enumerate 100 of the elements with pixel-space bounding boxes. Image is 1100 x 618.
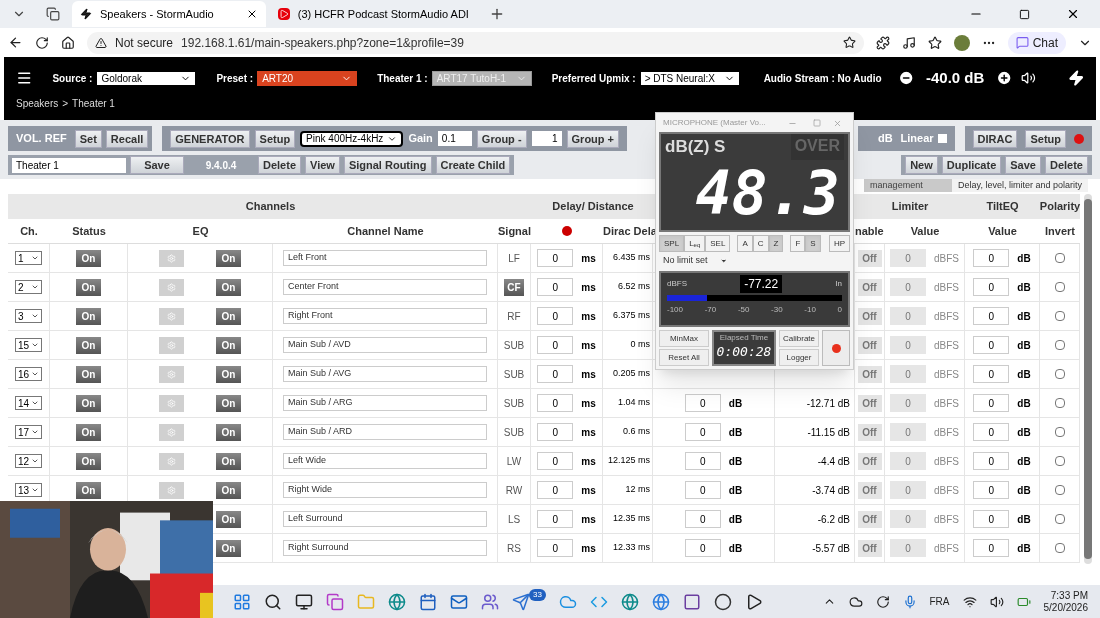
eq-toggle[interactable]: On [216,481,241,499]
mode-button[interactable]: SEL [705,235,731,252]
meter-button[interactable]: Logger [779,349,819,366]
linear-checkbox[interactable] [937,134,947,143]
tilt-field[interactable]: 0 [973,481,1010,499]
delay-field[interactable]: 0 [537,510,574,528]
app-icon[interactable] [682,592,701,611]
invert-checkbox[interactable] [1054,398,1065,408]
browser-icon[interactable] [388,592,406,611]
send-icon[interactable] [512,592,530,611]
status-toggle[interactable]: On [76,394,101,412]
delay-field[interactable]: 0 [537,307,574,325]
clock-date[interactable]: 5/20/2026 [1043,601,1088,614]
browser-tab[interactable]: (3) HCFR Podcast StormAudio ADI [269,1,477,27]
invert-checkbox[interactable] [1054,427,1065,437]
limiter-field[interactable]: 0 [890,249,926,267]
profile-button[interactable]: New [905,156,938,174]
channel-name-field[interactable]: Main Sub / ARG [283,395,487,411]
sync-icon[interactable] [875,594,890,609]
invert-checkbox[interactable] [1054,253,1065,263]
limiter-field[interactable]: 0 [890,307,926,325]
eq-toggle[interactable]: On [216,423,241,441]
limiter-field[interactable]: 0 [890,539,926,557]
limiter-field[interactable]: 0 [890,452,926,470]
language-indicator[interactable]: FRA [929,594,950,609]
eq-toggle[interactable]: On [216,365,241,383]
limiter-field[interactable]: 0 [890,510,926,528]
eq-toggle[interactable]: On [216,249,241,267]
eq-toggle[interactable]: On [216,394,241,412]
browser-icon[interactable] [620,592,639,611]
address-bar[interactable]: Not secure 192.168.1.61/main-speakers.php?zone=1&profile=39 [87,31,864,54]
mode-button[interactable]: F [790,235,806,252]
meter-button[interactable]: MinMax [659,330,709,347]
mode-button[interactable]: HP [828,235,850,252]
clock-time[interactable]: 7:33 PM [1050,589,1088,602]
channel-select[interactable]: 12 [15,454,42,468]
breadcrumb-item[interactable]: Speakers [16,95,59,111]
status-toggle[interactable]: On [76,481,101,499]
eq-toggle[interactable]: On [216,278,241,296]
back-icon[interactable] [8,35,23,50]
vol-ref-button[interactable]: Set [74,129,102,148]
gain-field[interactable]: 0 [684,481,721,499]
microphone-icon[interactable] [902,594,917,609]
group-plus-button[interactable]: Group + [566,129,620,148]
status-toggle[interactable]: On [76,452,101,470]
tilt-field[interactable]: 0 [973,336,1010,354]
delay-field[interactable]: 0 [537,336,574,354]
close-icon[interactable] [1066,7,1080,21]
channel-select[interactable]: 3 [15,309,42,323]
eq-toggle[interactable]: On [216,539,241,557]
profile-button[interactable]: View [305,156,340,174]
dirac-button[interactable]: DIRAC [972,129,1018,148]
channel-select[interactable]: 16 [15,367,42,381]
group-minus-button[interactable]: Group - [476,129,527,148]
tilt-field[interactable]: 0 [973,539,1010,557]
delay-field[interactable]: 0 [537,452,574,470]
limiter-field[interactable]: 0 [890,423,926,441]
favorite-icon[interactable] [842,36,856,49]
profile-avatar[interactable] [953,34,970,51]
tilt-field[interactable]: 0 [973,452,1010,470]
start-icon[interactable] [233,592,251,611]
mail-icon[interactable] [450,592,468,611]
delay-field[interactable]: 0 [537,278,574,296]
mode-button[interactable]: L$_{eq}$ [684,235,706,252]
profile-button[interactable]: Delete [258,156,302,174]
profile-button[interactable]: Signal Routing [343,156,432,174]
speaker-icon[interactable] [989,594,1004,609]
invert-checkbox[interactable] [1054,311,1065,321]
record-button[interactable] [822,330,850,366]
delay-field[interactable]: 0 [537,365,574,383]
mode-button[interactable]: A [737,235,753,252]
status-toggle[interactable]: On [76,307,101,325]
gain-field[interactable]: 0 [684,394,721,412]
channel-name-field[interactable]: Main Sub / AVD [283,337,487,353]
invert-checkbox[interactable] [1054,543,1065,553]
profile-button[interactable]: Save [1005,156,1041,174]
setup-button[interactable]: Setup [254,129,296,148]
tilt-field[interactable]: 0 [973,365,1010,383]
channel-name-field[interactable]: Center Front [283,279,487,295]
delay-field[interactable]: 0 [537,481,574,499]
signal-select[interactable]: Pink 400Hz-4kHz [300,130,404,147]
browser-tab[interactable]: Speakers - StormAudio [72,1,266,27]
chat-button[interactable]: Chat [1007,31,1066,54]
extensions-icon[interactable] [875,35,890,50]
channel-select[interactable]: 1 [15,251,42,265]
channel-name-field[interactable]: Main Sub / ARD [283,424,487,440]
generator-button[interactable]: GENERATOR [170,129,250,148]
channel-select[interactable]: 15 [15,338,42,352]
maximize-icon[interactable] [1019,8,1030,20]
cloud-icon[interactable] [848,594,863,609]
view-tab[interactable]: Delay, level, limiter and polarity [952,179,1088,192]
dropdown[interactable]: Goldorak [96,70,197,86]
reload-icon[interactable] [35,35,49,50]
channel-name-field[interactable]: Main Sub / AVG [283,366,487,382]
gain-field[interactable]: 0.1 [437,131,472,146]
task-view-icon[interactable] [295,592,313,611]
status-toggle[interactable]: On [76,249,101,267]
browser-icon[interactable] [651,592,670,611]
invert-checkbox[interactable] [1054,340,1065,350]
tilt-field[interactable]: 0 [973,423,1010,441]
